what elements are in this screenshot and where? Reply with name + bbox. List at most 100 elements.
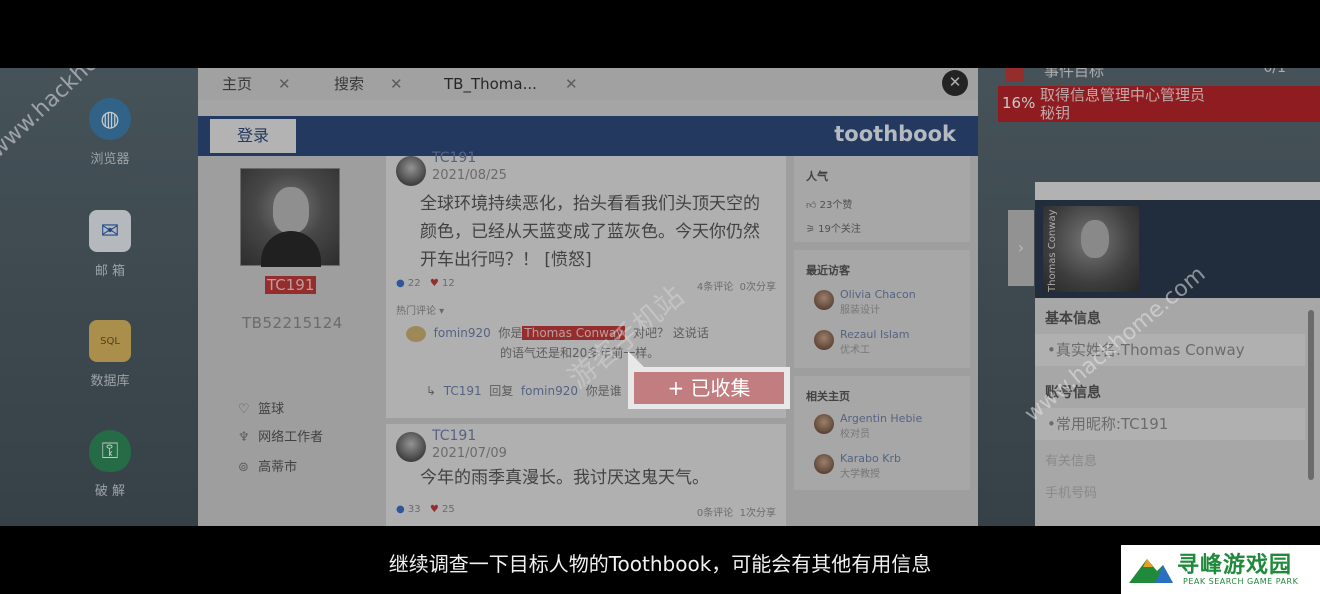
tab-close-icon[interactable]: ✕	[390, 68, 403, 100]
post-date: 2021/08/25	[432, 168, 507, 183]
profile-sidebar: 人气 👍︎ 23个赞 ⚞ 19个关注 最近访客 Olivia Chacon 服装…	[794, 156, 970, 526]
section-basic-info: 基本信息	[1045, 311, 1101, 327]
card-title: 最近访客	[806, 264, 850, 277]
site-logo: toothbook	[834, 122, 956, 146]
reply-target[interactable]: fomin920	[521, 384, 578, 398]
popularity-card: 人气 👍︎ 23个赞 ⚞ 19个关注	[794, 156, 970, 242]
avatar	[814, 454, 834, 474]
mountain-logo-icon	[1129, 559, 1173, 583]
comment-count[interactable]: 4条评论	[697, 282, 733, 293]
related-role: 校对员	[840, 429, 870, 440]
site-header: 登录 toothbook	[198, 116, 978, 156]
desktop-icon-database[interactable]: SQL 数据库	[70, 320, 150, 389]
post-stats: ● 22 ♥ 12 4条评论 0次分享	[396, 278, 776, 293]
share-count[interactable]: 0次分享	[740, 282, 776, 293]
nickname-field[interactable]: •常用昵称:TC191	[1035, 408, 1305, 440]
collected-popup: + 已收集	[628, 351, 790, 409]
post-avatar	[396, 156, 426, 186]
target-face	[1081, 220, 1109, 258]
post-stats: ● 33 ♥ 25 0条评论 1次分享	[396, 504, 776, 519]
tab-home[interactable]: 主页 ✕	[198, 68, 308, 100]
shield-icon: ⚿	[89, 430, 131, 472]
faint-section: 有关信息	[1045, 454, 1098, 469]
comment-count[interactable]: 0条评论	[697, 508, 733, 519]
desktop-icon-browser[interactable]: ◍ 浏览器	[70, 98, 150, 167]
tab-close-icon[interactable]: ✕	[278, 68, 291, 100]
share-count[interactable]: 1次分享	[740, 508, 776, 519]
desktop-icon-label: 数据库	[90, 374, 130, 389]
chevron-right-icon: ›	[1017, 238, 1025, 257]
location-icon: ⊚	[238, 460, 249, 475]
like-icon[interactable]: ●	[396, 278, 405, 289]
heart-icon: ♡	[238, 402, 250, 417]
info-panel-header	[1035, 182, 1320, 202]
post-author[interactable]: TC191	[432, 150, 476, 166]
desktop-icon-crack[interactable]: ⚿ 破 解	[70, 430, 150, 499]
task-progress: 16%	[1002, 94, 1036, 112]
heart-icon[interactable]: ♥	[430, 504, 439, 515]
like-icon[interactable]: ●	[396, 504, 405, 515]
heart-count: 25	[442, 504, 455, 515]
game-screen: ◍ 浏览器 ✉ 邮 箱 SQL 数据库 ⚿ 破 解 主页 ✕ 搜索 ✕ TB_T…	[0, 68, 1320, 526]
post-text: 全球环境持续恶化，抬头看看我们头顶天空的颜色，已经从天蓝变成了蓝灰色。今天你仍然…	[420, 194, 760, 270]
login-button[interactable]: 登录	[210, 119, 296, 153]
comment-user[interactable]: fomin920	[434, 326, 491, 340]
post-date: 2021/07/09	[432, 446, 507, 461]
visitor-name: Rezaul Islam	[840, 328, 910, 341]
reply-user[interactable]: TC191	[444, 384, 482, 398]
target-vertical-name: Thomas Conway	[1047, 209, 1058, 293]
flag-icon	[1006, 68, 1024, 82]
comment-avatar	[406, 325, 426, 342]
post-text: 今年的雨季真漫长。我讨厌这鬼天气。	[420, 468, 709, 488]
tab-search[interactable]: 搜索 ✕	[310, 68, 422, 100]
tab-label: 搜索	[334, 75, 365, 93]
post-card: TC191 2021/07/09 今年的雨季真漫长。我讨厌这鬼天气。 ● 33 …	[386, 424, 786, 526]
like-count: 33	[407, 504, 421, 515]
task-description: 取得信息管理中心管理员 秘钥	[1040, 86, 1205, 122]
logo-subtext: PEAK SEARCH GAME PARK	[1183, 577, 1299, 586]
mail-icon: ✉	[89, 210, 131, 252]
desktop-icon-label: 浏览器	[90, 152, 130, 167]
profile-column: TC191 TB52215124 ♡ 篮球 ♆ 网络工作者 ⊚ 高蒂市	[198, 156, 386, 526]
reply-verb: 回复	[489, 384, 514, 398]
follows-value: 19个关注	[818, 224, 861, 235]
likes-value: 23个赞	[819, 200, 853, 211]
task-objective: 事件目标 0/1 16% 取得信息管理中心管理员 秘钥	[998, 68, 1320, 122]
attr-label: 篮球	[258, 402, 285, 417]
desktop-icon-mail[interactable]: ✉ 邮 箱	[70, 210, 150, 279]
hot-comments-toggle[interactable]: 热门评论 ▾	[396, 302, 444, 317]
profile-username: TC191	[265, 276, 317, 294]
close-window-button[interactable]: ✕	[942, 70, 968, 96]
related-role: 大学教授	[840, 469, 880, 480]
collapse-panel-button[interactable]: ›	[1008, 210, 1034, 286]
recent-visitors-card: 最近访客 Olivia Chacon 服装设计 Rezaul Islam 优术工	[794, 250, 970, 368]
desktop-icon-label: 破 解	[94, 484, 126, 499]
task-description-line: 取得信息管理中心管理员	[1040, 86, 1206, 104]
collected-label: + 已收集	[634, 372, 784, 404]
browser-tab-bar: 主页 ✕ 搜索 ✕ TB_Thoma... ✕ ✕	[198, 68, 978, 100]
target-info-panel: Thomas Conway 基本信息 •真实姓名:Thomas Conway 账…	[1035, 182, 1320, 526]
avatar-body	[261, 231, 321, 267]
visitor-role: 服装设计	[840, 305, 880, 316]
info-scrollbar[interactable]	[1308, 310, 1314, 480]
desktop-icon-label: 邮 箱	[94, 264, 126, 279]
related-name: Argentin Hebie	[840, 412, 923, 425]
avatar	[814, 414, 834, 434]
attr-label: 高蒂市	[258, 460, 298, 475]
browser-window: 主页 ✕ 搜索 ✕ TB_Thoma... ✕ ✕ 登录 toothbook T…	[198, 68, 978, 526]
visitor-name: Olivia Chacon	[840, 288, 916, 301]
profile-attr-city: ⊚ 高蒂市	[238, 456, 297, 475]
reply-arrow-icon: ↳	[426, 384, 437, 398]
attr-label: 网络工作者	[258, 430, 324, 445]
tie-icon: ♆	[238, 430, 250, 445]
card-title: 相关主页	[806, 390, 850, 403]
tab-profile[interactable]: TB_Thoma... ✕	[420, 68, 590, 100]
follows-stat: ⚞ 19个关注	[806, 220, 861, 235]
heart-count: 12	[442, 278, 455, 289]
heart-icon[interactable]: ♥	[430, 278, 439, 289]
profile-avatar	[240, 168, 340, 267]
globe-icon: ◍	[89, 98, 131, 140]
site-logo-badge: 寻峰游戏园 PEAK SEARCH GAME PARK	[1121, 545, 1320, 594]
tab-close-icon[interactable]: ✕	[565, 68, 578, 100]
post-author[interactable]: TC191	[432, 428, 476, 444]
